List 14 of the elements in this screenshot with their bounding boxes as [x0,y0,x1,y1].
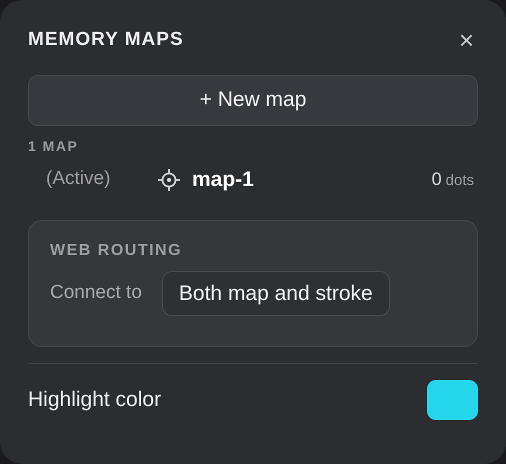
close-button[interactable]: × [454,27,478,54]
dot-count: 0 [432,168,442,191]
highlight-label: Highlight color [28,386,162,413]
crosshair-icon [158,168,180,190]
new-map-button[interactable]: + New map [28,74,478,126]
section-heading: 1 MAP [28,136,80,156]
color-swatch[interactable] [427,380,478,420]
dot-unit: dots [446,171,474,191]
panel-title: MEMORY MAPS [28,28,184,52]
connect-label: Connect to [50,281,142,305]
connect-option-button[interactable]: Both map and stroke [162,270,390,316]
map-name[interactable]: map-1 [192,164,254,196]
section-heading: WEB ROUTING [50,240,184,260]
map-status: (Active) [46,167,112,192]
